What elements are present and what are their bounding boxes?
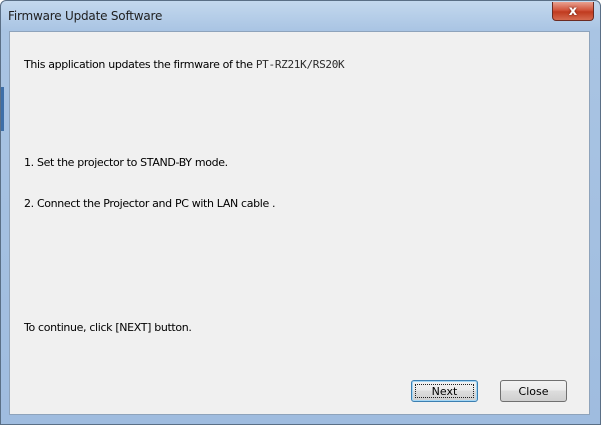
close-icon: x xyxy=(568,3,578,19)
close-button[interactable]: Close xyxy=(500,380,567,402)
intro-prefix: This application updates the firmware of… xyxy=(24,58,253,71)
window-title: Firmware Update Software xyxy=(8,9,163,23)
model-name: PT-RZ21K/RS20K xyxy=(255,58,345,71)
intro-text: This application updates the firmware of… xyxy=(24,58,345,71)
step-2-text: 2. Connect the Projector and PC with LAN… xyxy=(24,197,276,210)
firmware-update-window: Firmware Update Software x This applicat… xyxy=(0,0,601,425)
next-button[interactable]: Next xyxy=(411,380,478,402)
title-bar[interactable]: Firmware Update Software x xyxy=(1,1,600,31)
continue-instruction: To continue, click [NEXT] button. xyxy=(24,321,192,334)
next-button-label: Next xyxy=(431,384,458,398)
dialog-client-area: This application updates the firmware of… xyxy=(9,31,590,415)
step-1-text: 1. Set the projector to STAND-BY mode. xyxy=(24,156,228,169)
window-close-button[interactable]: x xyxy=(552,2,594,21)
close-button-label: Close xyxy=(518,384,549,398)
window-edge-accent xyxy=(1,87,4,131)
